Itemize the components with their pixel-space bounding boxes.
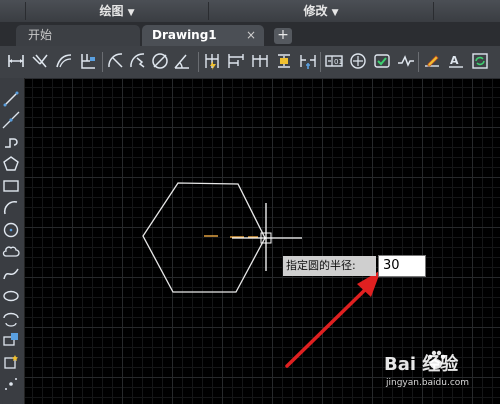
menu-modify[interactable]: 修改 ▼ — [209, 0, 433, 22]
revision-cloud-icon[interactable] — [2, 243, 20, 261]
baseline-dimension-icon[interactable] — [226, 51, 246, 71]
new-tab-button[interactable]: + — [274, 28, 292, 44]
inspection-icon[interactable] — [372, 51, 392, 71]
spline-icon[interactable] — [2, 265, 20, 283]
aligned-dimension-icon[interactable] — [30, 51, 50, 71]
svg-text:01: 01 — [334, 58, 343, 66]
command-prompt-label: 指定圆的半径: — [283, 256, 376, 276]
ordinate-dimension-icon[interactable] — [78, 51, 98, 71]
circle-icon[interactable] — [2, 221, 20, 239]
tab-drawing1-label: Drawing1 — [152, 28, 217, 42]
menu-bar: 绘图 ▼ 修改 ▼ — [0, 0, 500, 23]
menu-draw-label: 绘图 — [99, 4, 124, 18]
close-icon[interactable]: × — [236, 25, 256, 46]
dimension-break-icon[interactable] — [298, 51, 318, 71]
polyline-icon[interactable] — [2, 133, 20, 151]
svg-text:A: A — [450, 54, 459, 67]
tab-bar: 开始 Drawing1 × + — [0, 22, 500, 46]
continue-dimension-icon[interactable] — [250, 51, 270, 71]
dimension-edit-icon[interactable] — [422, 51, 442, 71]
tab-start[interactable]: 开始 — [16, 25, 140, 46]
jogged-dimension-icon[interactable] — [128, 51, 148, 71]
insert-block-icon[interactable] — [2, 331, 20, 349]
jogged-linear-icon[interactable] — [396, 51, 416, 71]
rectangle-icon[interactable] — [2, 177, 20, 195]
paw-icon — [427, 350, 446, 369]
linear-dimension-icon[interactable] — [6, 51, 26, 71]
draw-toolbar — [0, 78, 25, 404]
angular-dimension-icon[interactable] — [172, 51, 192, 71]
dimension-update-icon[interactable] — [470, 51, 490, 71]
ellipse-icon[interactable] — [2, 287, 20, 305]
watermark-url: jingyan.baidu.com — [386, 378, 470, 388]
line-icon[interactable] — [2, 90, 20, 108]
dimension-toolbar: 01 A — [0, 46, 500, 79]
dimension-text-edit-icon[interactable]: A — [446, 51, 466, 71]
ellipse-arc-icon[interactable] — [2, 309, 20, 327]
watermark-brand: Bai 经验 — [384, 354, 459, 375]
tab-drawing1[interactable]: Drawing1 × — [142, 25, 264, 46]
chevron-down-icon: ▼ — [127, 8, 135, 18]
arc-length-icon[interactable] — [54, 51, 74, 71]
arc-icon[interactable] — [2, 199, 20, 217]
tab-start-label: 开始 — [28, 28, 53, 42]
point-icon[interactable] — [2, 375, 20, 393]
polygon-icon[interactable] — [2, 155, 20, 173]
quick-dimension-icon[interactable] — [202, 51, 222, 71]
watermark-logo: Bai 经验 jingyan.baidu.com — [380, 344, 498, 400]
dimension-space-icon[interactable] — [274, 51, 294, 71]
construction-line-icon[interactable] — [2, 111, 20, 129]
center-mark-icon[interactable] — [348, 51, 368, 71]
make-block-icon[interactable] — [2, 353, 20, 371]
radius-dimension-icon[interactable] — [106, 51, 126, 71]
menu-draw[interactable]: 绘图 ▼ — [26, 0, 208, 22]
menu-separator — [433, 2, 434, 20]
radius-input[interactable]: 30 — [378, 255, 426, 277]
tolerance-icon[interactable]: 01 — [324, 51, 344, 71]
menu-modify-label: 修改 — [303, 4, 328, 18]
diameter-dimension-icon[interactable] — [150, 51, 170, 71]
chevron-down-icon: ▼ — [331, 8, 339, 18]
